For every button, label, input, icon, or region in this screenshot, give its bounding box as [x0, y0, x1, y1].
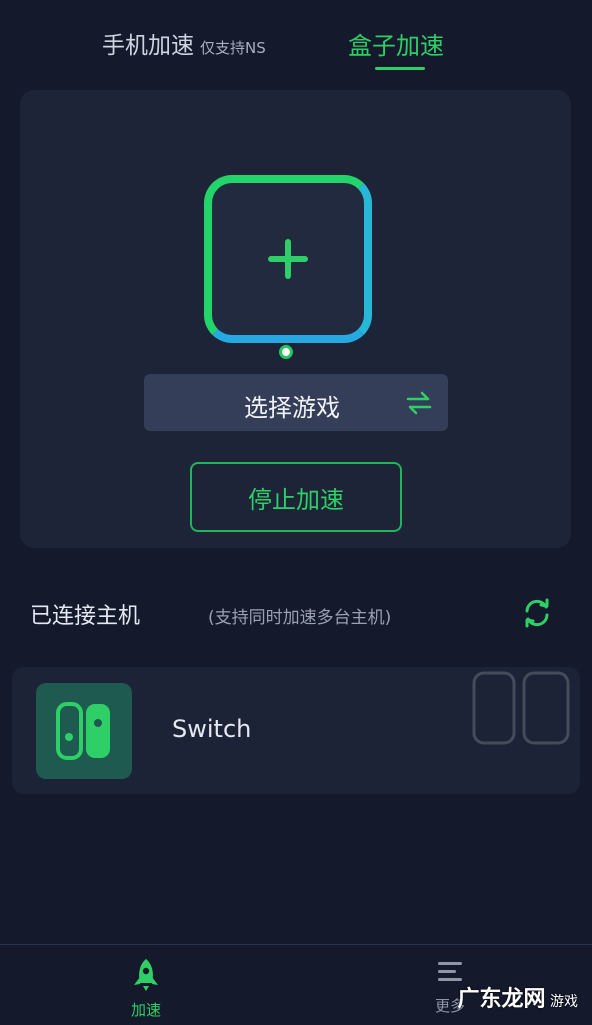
- tab-phone-label: 手机加速: [102, 33, 194, 59]
- device-card-switch[interactable]: Switch: [12, 667, 580, 794]
- switch-watermark-icon: [472, 671, 570, 745]
- active-tab-indicator: [375, 67, 425, 70]
- nav-accelerate-label: 加速: [130, 1001, 161, 1019]
- select-game-bar[interactable]: 选择游戏: [144, 374, 448, 431]
- device-name: Switch: [172, 715, 252, 743]
- select-game-label: 选择游戏: [244, 394, 340, 422]
- refresh-icon[interactable]: [520, 596, 554, 630]
- tab-phone-accelerate[interactable]: 手机加速 仅支持NS: [102, 26, 266, 60]
- stop-accelerate-label: 停止加速: [248, 485, 344, 514]
- tab-box-label: 盒子加速: [348, 32, 444, 60]
- switch-logo-icon: [36, 683, 132, 779]
- connected-hosts-note: (支持同时加速多台主机): [208, 608, 392, 628]
- watermark: 广东龙网 游戏: [458, 981, 578, 1013]
- tab-phone-sublabel: 仅支持NS: [200, 39, 266, 57]
- watermark-text: 游戏: [550, 994, 578, 1010]
- accelerate-panel: 选择游戏 停止加速: [20, 90, 571, 548]
- swap-icon[interactable]: [404, 388, 434, 418]
- bottom-nav: 加速 更多 广东龙网 游戏: [0, 944, 592, 1025]
- nav-accelerate[interactable]: 加速: [118, 957, 174, 1020]
- top-tabs: 手机加速 仅支持NS 盒子加速: [0, 0, 592, 80]
- connected-hosts-title: 已连接主机: [30, 604, 141, 629]
- tab-box-accelerate[interactable]: 盒子加速: [348, 26, 444, 61]
- watermark-brand: 广东龙网: [457, 987, 546, 1012]
- rocket-icon: [134, 959, 158, 991]
- progress-dot: [279, 345, 293, 359]
- stop-accelerate-button[interactable]: 停止加速: [190, 462, 402, 532]
- add-game-button[interactable]: [204, 175, 372, 343]
- plus-icon: [268, 239, 308, 279]
